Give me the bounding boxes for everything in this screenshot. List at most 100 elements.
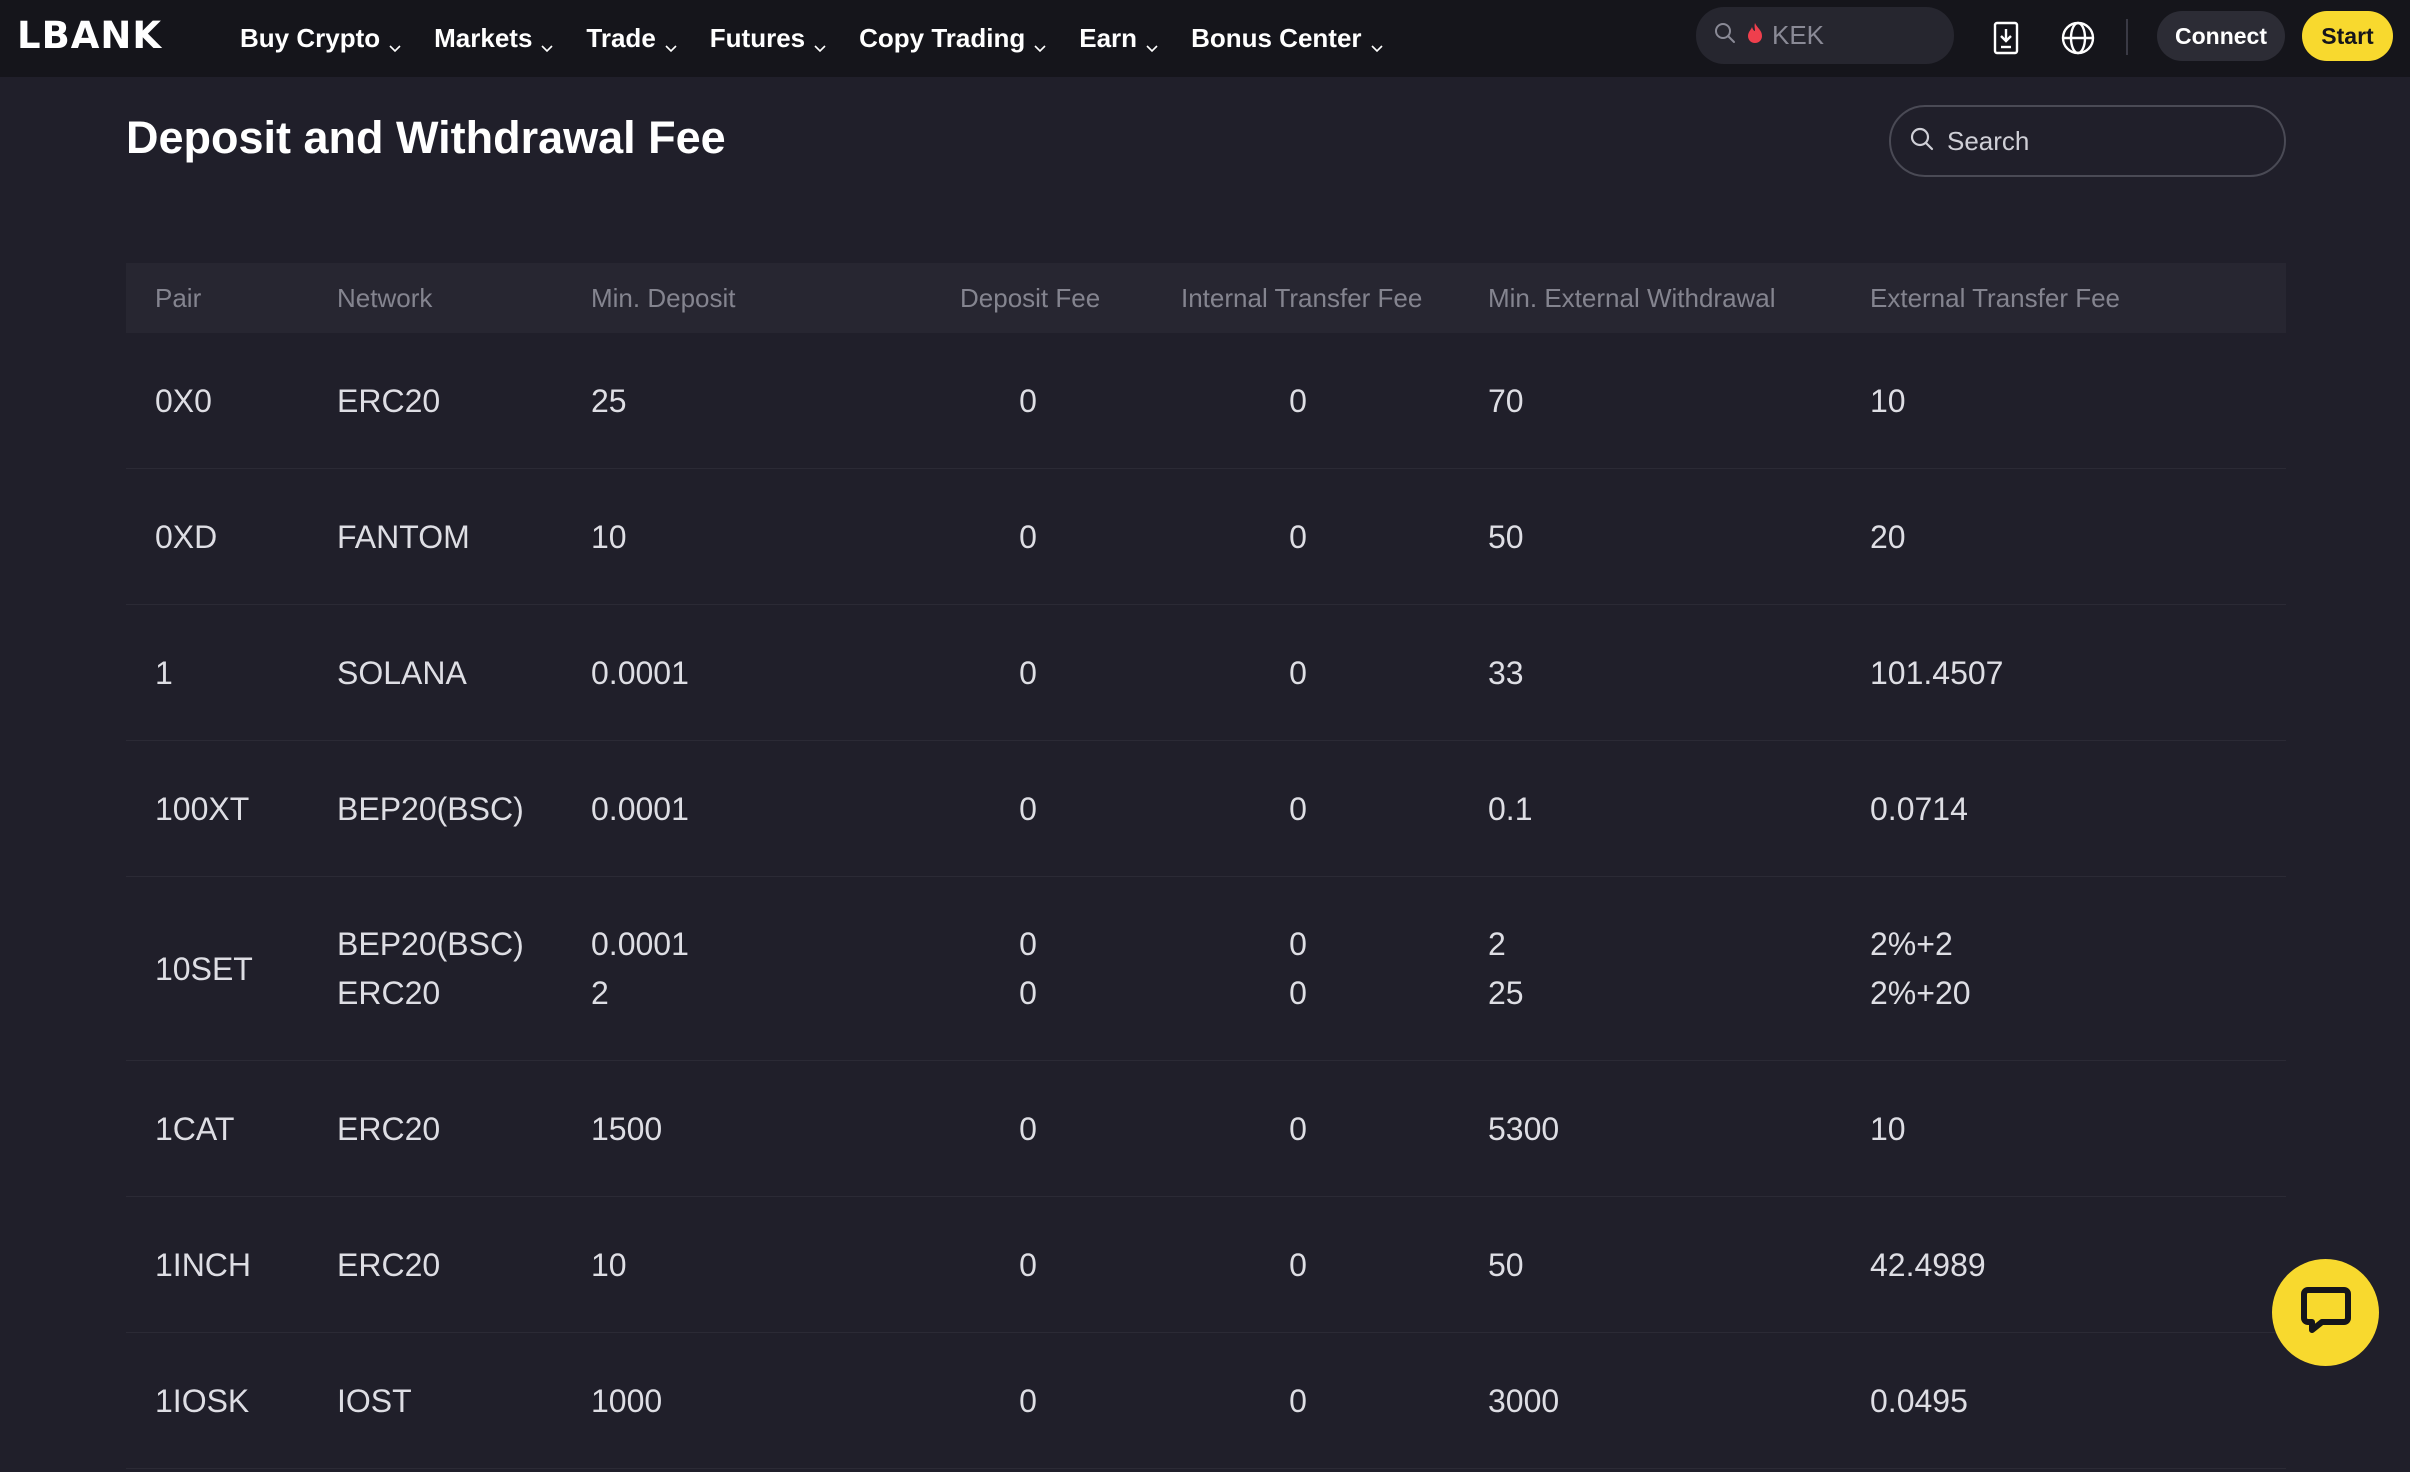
download-app-icon[interactable]: [1988, 19, 2026, 57]
chevron-down-icon: [388, 32, 402, 52]
min-deposit-value: 10: [591, 518, 627, 555]
header-network: Network: [337, 282, 433, 313]
internal-transfer-fee-cell: 0: [1289, 1377, 1307, 1426]
deposit-fee-cell: 0: [1019, 1241, 1037, 1290]
table-row[interactable]: 1CAT ERC20 1500 0 0 5300 10: [126, 1061, 2286, 1197]
table-row[interactable]: 100XT BEP20(BSC) 0.0001 0 0 0.1 0.0714: [126, 741, 2286, 877]
start-button[interactable]: Start: [2302, 11, 2393, 61]
header-deposit-fee: Deposit Fee: [960, 282, 1101, 313]
pair-text: 0X0: [155, 382, 212, 419]
nav-earn[interactable]: Earn: [1063, 0, 1175, 77]
table-row[interactable]: 1INCH ERC20 10 0 0 50 42.4989: [126, 1197, 2286, 1333]
deposit-fee-value: 0: [1019, 1110, 1037, 1147]
min-external-withdrawal-value: 50: [1488, 518, 1524, 555]
fee-search-box[interactable]: [1889, 105, 2286, 177]
deposit-fee-value: 0: [1019, 382, 1037, 419]
nav-copy-trading[interactable]: Copy Trading: [843, 0, 1063, 77]
pair-cell: 1: [155, 649, 173, 698]
pair-text: 100XT: [155, 790, 250, 827]
pair-cell: 10SET: [155, 945, 253, 994]
min-deposit-value: 0.0001: [591, 926, 689, 962]
nav-item-label: Buy Crypto: [240, 23, 381, 53]
min-deposit-cell: 0.0001: [591, 785, 689, 834]
nav-bonus-center[interactable]: Bonus Center: [1175, 0, 1399, 77]
deposit-fee-cell: 0: [1019, 649, 1037, 698]
network-value: ERC20: [337, 975, 441, 1011]
deposit-fee-value: 0: [1019, 975, 1037, 1011]
fire-icon: [1746, 22, 1764, 49]
external-transfer-fee-cell: 2%+2 2%+20: [1870, 920, 1971, 1018]
internal-transfer-fee-value: 0: [1289, 1382, 1307, 1419]
search-icon: [1714, 22, 1736, 49]
min-external-withdrawal-value: 3000: [1488, 1382, 1560, 1419]
external-transfer-fee-value: 2%+2: [1870, 926, 1953, 962]
internal-transfer-fee-value: 0: [1289, 790, 1307, 827]
fee-table: Pair Network Min. Deposit Deposit Fee Intern…: [126, 263, 2286, 1469]
min-deposit-value: 25: [591, 382, 627, 419]
nav-buy-crypto[interactable]: Buy Crypto: [224, 0, 418, 77]
table-row[interactable]: 0XD FANTOM 10 0 0 50 20: [126, 469, 2286, 605]
min-deposit-cell: 10: [591, 513, 627, 562]
table-row[interactable]: 1 SOLANA 0.0001 0 0 33 101.4507: [126, 605, 2286, 741]
chevron-down-icon: [1033, 32, 1047, 52]
network-cell: FANTOM: [337, 513, 470, 562]
nav-item-label: Bonus Center: [1191, 23, 1362, 53]
external-transfer-fee-cell: 10: [1870, 377, 1906, 426]
pair-cell: 0X0: [155, 377, 212, 426]
table-row[interactable]: 0X0 ERC20 25 0 0 70 10: [126, 333, 2286, 469]
top-navigation: LBANK Buy Crypto Markets Trade Futures Copy …: [0, 0, 2410, 77]
header-external-transfer-fee: External Transfer Fee: [1870, 282, 2120, 313]
deposit-fee-cell: 0: [1019, 377, 1037, 426]
nav-futures[interactable]: Futures: [694, 0, 843, 77]
deposit-fee-value: 0: [1019, 1246, 1037, 1283]
internal-transfer-fee-cell: 00: [1289, 920, 1307, 1018]
main-menu: Buy Crypto Markets Trade Futures Copy Tradin…: [224, 0, 1400, 77]
network-cell: ERC20: [337, 377, 440, 426]
deposit-fee-cell: 0: [1019, 513, 1037, 562]
connect-button[interactable]: Connect: [2157, 11, 2285, 61]
min-external-withdrawal-value: 50: [1488, 1246, 1524, 1283]
chat-support-button[interactable]: [2272, 1259, 2379, 1366]
deposit-fee-value: 0: [1019, 1382, 1037, 1419]
lbank-logo[interactable]: LBANK: [17, 14, 162, 57]
internal-transfer-fee-value: 0: [1289, 518, 1307, 555]
network-value: IOST: [337, 1382, 412, 1419]
external-transfer-fee-cell: 101.4507: [1870, 649, 2003, 698]
nav-trade[interactable]: Trade: [570, 0, 693, 77]
external-transfer-fee-cell: 20: [1870, 513, 1906, 562]
min-deposit-value: 0.0001: [591, 790, 689, 827]
min-external-withdrawal-value: 25: [1488, 975, 1524, 1011]
min-external-withdrawal-cell: 0.1: [1488, 785, 1532, 834]
table-row[interactable]: 10SET BEP20(BSC) ERC20 0.0001 2 0 0 0 0 2 25 2%+2 2%…: [126, 877, 2286, 1061]
internal-transfer-fee-cell: 0: [1289, 1105, 1307, 1154]
pair-cell: 1CAT: [155, 1105, 234, 1154]
page-title: Deposit and Withdrawal Fee: [126, 112, 726, 163]
pair-text: 1IOSK: [155, 1382, 250, 1419]
pair-cell: 1INCH: [155, 1241, 251, 1290]
fee-search-input[interactable]: [1947, 125, 2267, 157]
network-cell: ERC20: [337, 1241, 440, 1290]
internal-transfer-fee-cell: 0: [1289, 785, 1307, 834]
min-external-withdrawal-value: 70: [1488, 382, 1524, 419]
external-transfer-fee-value: 10: [1870, 1110, 1906, 1147]
min-external-withdrawal-value: 33: [1488, 654, 1524, 691]
nav-search-box[interactable]: KEK: [1696, 7, 1954, 64]
network-value: BEP20(BSC): [337, 926, 524, 962]
table-row[interactable]: 1IOSK IOST 1000 0 0 3000 0.0495: [126, 1333, 2286, 1469]
internal-transfer-fee-cell: 0: [1289, 1241, 1307, 1290]
min-external-withdrawal-value: 0.1: [1488, 790, 1533, 827]
network-cell: SOLANA: [337, 649, 467, 698]
min-external-withdrawal-cell: 5300: [1488, 1105, 1559, 1154]
internal-transfer-fee-value: 0: [1289, 1110, 1307, 1147]
external-transfer-fee-cell: 0.0714: [1870, 785, 1968, 834]
external-transfer-fee-cell: 0.0495: [1870, 1377, 1968, 1426]
min-external-withdrawal-cell: 3000: [1488, 1377, 1559, 1426]
min-deposit-cell: 1000: [591, 1377, 662, 1426]
header-min-external-withdrawal: Min. External Withdrawal: [1488, 282, 1776, 313]
external-transfer-fee-cell: 42.4989: [1870, 1241, 1986, 1290]
min-deposit-cell: 0.0001 2: [591, 920, 689, 1018]
internal-transfer-fee-value: 0: [1289, 1246, 1307, 1283]
min-deposit-cell: 0.0001: [591, 649, 689, 698]
globe-icon[interactable]: [2059, 19, 2097, 57]
nav-markets[interactable]: Markets: [418, 0, 570, 77]
